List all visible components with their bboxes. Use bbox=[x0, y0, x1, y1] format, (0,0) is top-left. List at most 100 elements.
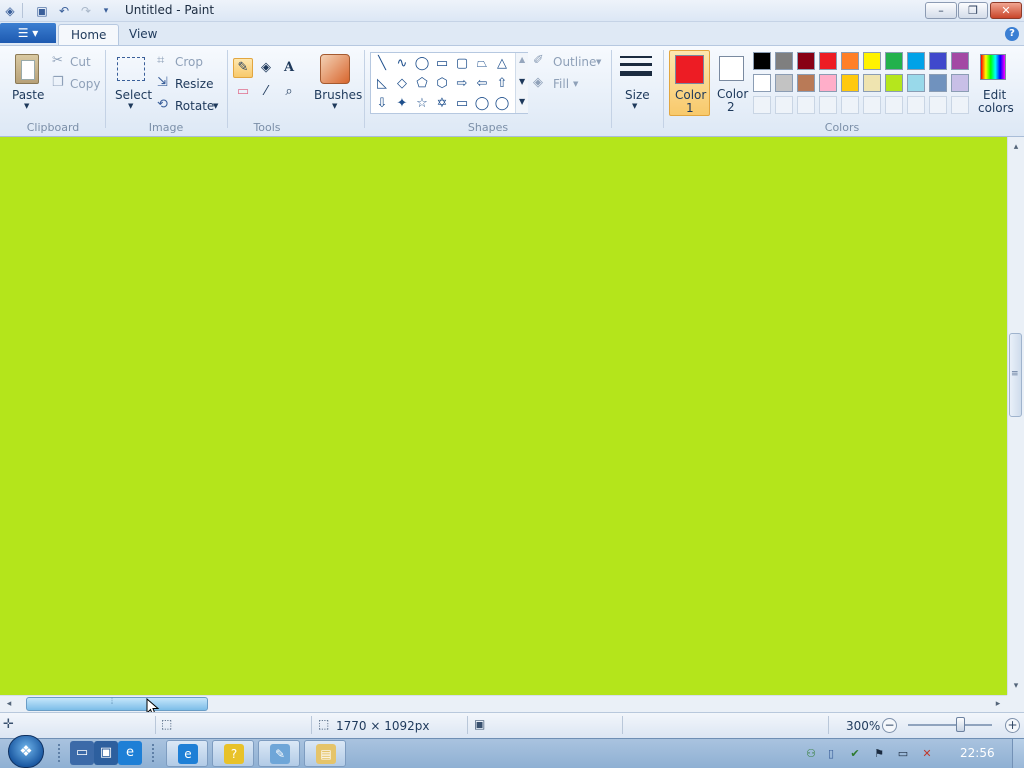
copy-button[interactable]: ❐ Copy bbox=[52, 75, 102, 93]
internet-explorer-icon[interactable]: e bbox=[118, 741, 142, 765]
scroll-up-icon[interactable]: ▲ bbox=[519, 55, 525, 64]
shape-item[interactable]: ⇧ bbox=[492, 74, 512, 93]
color-swatch[interactable] bbox=[841, 74, 859, 92]
shape-item[interactable]: ▭ bbox=[432, 54, 452, 73]
color-swatch[interactable] bbox=[797, 96, 815, 114]
color-swatch[interactable] bbox=[951, 74, 969, 92]
internet-explorer-task[interactable]: e bbox=[166, 740, 208, 767]
drawing-canvas[interactable] bbox=[0, 137, 1007, 695]
color-swatch[interactable] bbox=[753, 74, 771, 92]
crop-button[interactable]: ⌗ Crop bbox=[157, 53, 213, 71]
shape-item[interactable]: ◯ bbox=[472, 94, 492, 113]
paint-icon[interactable]: ◈ bbox=[2, 3, 18, 19]
redo-icon[interactable]: ↷ bbox=[78, 3, 94, 19]
shape-item[interactable]: ◯ bbox=[412, 54, 432, 73]
undo-icon[interactable]: ↶ bbox=[56, 3, 72, 19]
zoom-out-button[interactable]: − bbox=[882, 718, 897, 733]
scroll-left-icon[interactable]: ◂ bbox=[2, 697, 16, 711]
shape-item[interactable]: ▢ bbox=[452, 54, 472, 73]
shape-item[interactable]: ◺ bbox=[372, 74, 392, 93]
expand-gallery-icon[interactable]: ▼ bbox=[519, 97, 525, 106]
close-button[interactable]: ✕ bbox=[990, 2, 1022, 19]
color-swatch[interactable] bbox=[929, 52, 947, 70]
color-swatch[interactable] bbox=[841, 52, 859, 70]
shape-item[interactable]: ⇩ bbox=[372, 94, 392, 113]
shape-item[interactable]: ✡ bbox=[432, 94, 452, 113]
eraser-icon[interactable]: ▭ bbox=[233, 82, 253, 102]
help-icon[interactable]: ? bbox=[1005, 27, 1019, 41]
color-swatch[interactable] bbox=[775, 52, 793, 70]
magnifier-icon[interactable]: ⌕ bbox=[279, 82, 299, 102]
help-task[interactable]: ? bbox=[212, 740, 254, 767]
color-swatch[interactable] bbox=[753, 96, 771, 114]
shape-item[interactable]: ⇦ bbox=[472, 74, 492, 93]
volume-muted-icon[interactable]: ✕ bbox=[919, 746, 935, 762]
shape-item[interactable]: ☆ bbox=[412, 94, 432, 113]
zoom-slider-thumb[interactable] bbox=[956, 717, 965, 732]
color-picker-icon[interactable]: ⁄ bbox=[256, 82, 276, 102]
save-icon[interactable]: ▣ bbox=[34, 3, 50, 19]
shape-item[interactable]: ∿ bbox=[392, 54, 412, 73]
scroll-right-icon[interactable]: ▸ bbox=[991, 697, 1005, 711]
color-swatch[interactable] bbox=[863, 96, 881, 114]
app-menu-button[interactable]: ☰ ▾ bbox=[0, 23, 56, 43]
color-swatch[interactable] bbox=[885, 52, 903, 70]
shape-item[interactable]: ⬡ bbox=[432, 74, 452, 93]
shape-item[interactable]: ╲ bbox=[372, 54, 392, 73]
color-swatch[interactable] bbox=[907, 74, 925, 92]
shape-item[interactable]: ◯ bbox=[492, 94, 512, 113]
show-desktop-button[interactable] bbox=[1012, 739, 1024, 768]
tab-view[interactable]: View bbox=[117, 24, 169, 46]
pencil-icon[interactable]: ✎ bbox=[233, 58, 253, 78]
network-icon[interactable]: ⚇ bbox=[803, 746, 819, 762]
color-swatch[interactable] bbox=[907, 96, 925, 114]
color-swatch[interactable] bbox=[929, 96, 947, 114]
start-button[interactable]: ❖ bbox=[8, 735, 44, 768]
color-swatch[interactable] bbox=[819, 52, 837, 70]
color-swatch[interactable] bbox=[863, 52, 881, 70]
brushes-button[interactable]: Brushes ▼ bbox=[312, 52, 362, 114]
color-swatch[interactable] bbox=[841, 96, 859, 114]
shape-item[interactable]: ✦ bbox=[392, 94, 412, 113]
text-icon[interactable]: A bbox=[279, 58, 299, 78]
cut-button[interactable]: ✂ Cut bbox=[52, 53, 100, 71]
shape-item[interactable]: ⏢ bbox=[472, 54, 492, 73]
shape-item[interactable]: ▭ bbox=[452, 94, 472, 113]
select-button[interactable]: Select ▼ bbox=[112, 52, 152, 110]
color-swatch[interactable] bbox=[775, 96, 793, 114]
edit-colors-button[interactable]: Edit colors bbox=[976, 52, 1014, 116]
paste-button[interactable]: Paste ▼ bbox=[8, 52, 46, 110]
color2-button[interactable]: Color 2 bbox=[712, 50, 752, 116]
scroll-down-icon[interactable]: ▼ bbox=[519, 77, 525, 86]
color-swatch[interactable] bbox=[775, 74, 793, 92]
color-swatch[interactable] bbox=[951, 96, 969, 114]
maximize-button[interactable]: ❐ bbox=[958, 2, 988, 19]
color-swatch[interactable] bbox=[753, 52, 771, 70]
color-swatch[interactable] bbox=[907, 52, 925, 70]
color-swatch[interactable] bbox=[885, 96, 903, 114]
color-swatch[interactable] bbox=[863, 74, 881, 92]
scroll-down-icon[interactable]: ▾ bbox=[1009, 679, 1023, 693]
outline-button[interactable]: ✐ Outline ▼ bbox=[533, 53, 605, 71]
resize-button[interactable]: ⇲ Resize bbox=[157, 75, 213, 93]
color1-button[interactable]: Color 1 bbox=[669, 50, 710, 116]
color-swatch[interactable] bbox=[819, 96, 837, 114]
color-swatch[interactable] bbox=[885, 74, 903, 92]
color-swatch[interactable] bbox=[819, 74, 837, 92]
shape-item[interactable]: △ bbox=[492, 54, 512, 73]
shape-item[interactable]: ⬠ bbox=[412, 74, 432, 93]
color-swatch[interactable] bbox=[929, 74, 947, 92]
flag-icon[interactable]: ⚑ bbox=[871, 746, 887, 762]
scroll-up-icon[interactable]: ▴ bbox=[1009, 140, 1023, 154]
shape-item[interactable]: ⇨ bbox=[452, 74, 472, 93]
shape-item[interactable]: ◇ bbox=[392, 74, 412, 93]
horizontal-scroll-thumb[interactable]: ⦙ bbox=[26, 697, 208, 711]
zoom-in-button[interactable]: + bbox=[1005, 718, 1020, 733]
shapes-scroll[interactable]: ▲ ▼ ▼ bbox=[515, 53, 528, 113]
vertical-scroll-thumb[interactable]: ≡ bbox=[1009, 333, 1022, 417]
document-icon[interactable]: ▯ bbox=[823, 746, 839, 762]
color-swatch[interactable] bbox=[951, 52, 969, 70]
clock[interactable]: 22:56 bbox=[960, 746, 995, 760]
customize-dropdown-icon[interactable]: ▾ bbox=[98, 3, 114, 19]
security-icon[interactable]: ✔ bbox=[847, 746, 863, 762]
